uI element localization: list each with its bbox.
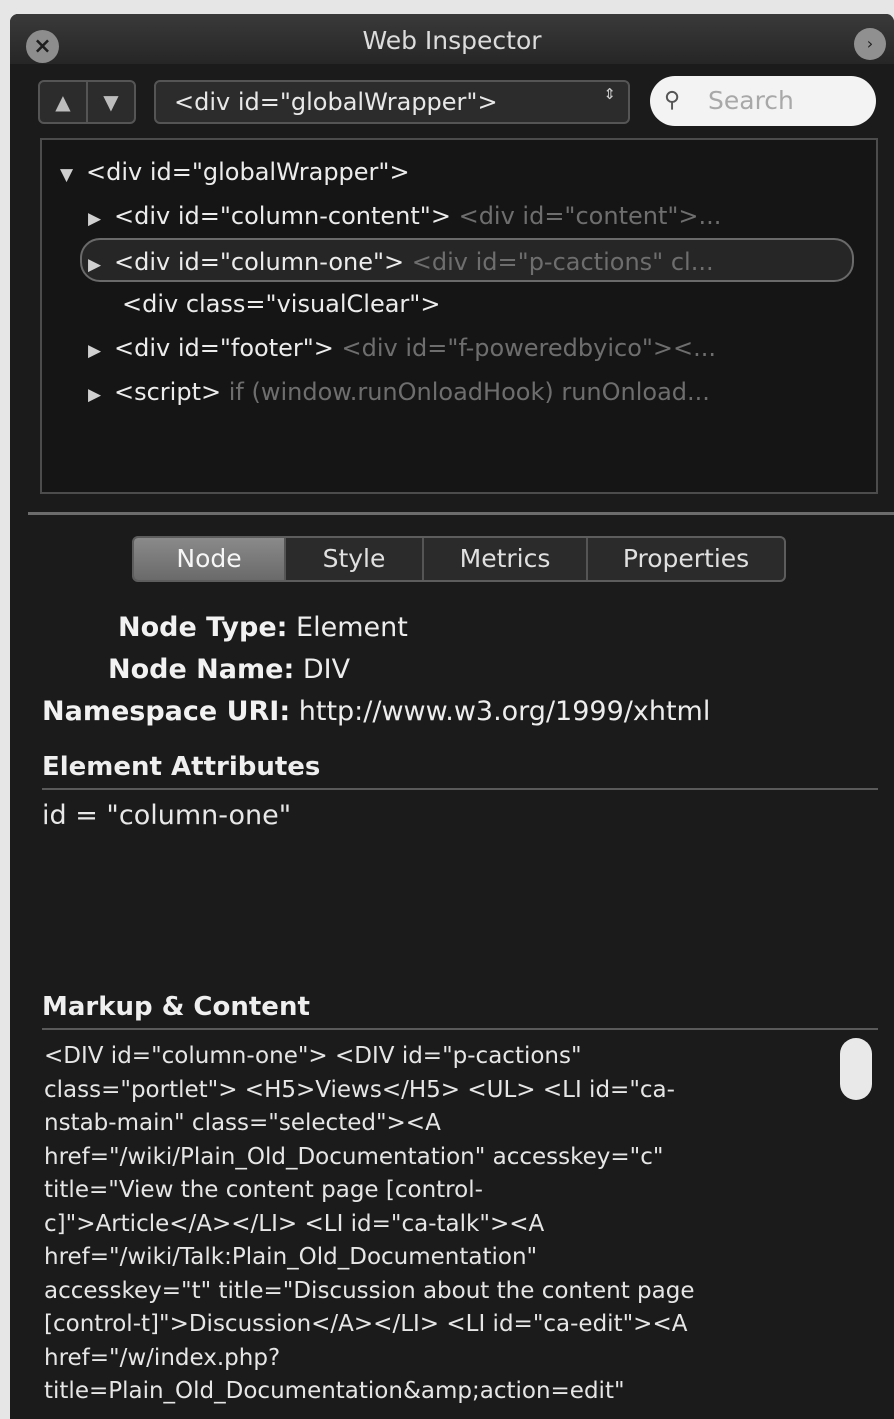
tree-node-tag: <div id="column-one"> [114, 248, 405, 276]
tree-node-preview: if (window.runOnloadHook) runOnload... [228, 378, 710, 406]
search-input[interactable]: ⚲ Search [650, 76, 876, 126]
pane-divider[interactable] [28, 512, 894, 515]
markup-line: title=Plain_Old_Documentation&amp;action… [44, 1378, 625, 1404]
history-nav: ▲ ▼ [38, 80, 136, 124]
tree-row[interactable]: ▶ <div id="column-content"> <div id="cont… [88, 194, 858, 238]
chevron-right-icon: › [866, 34, 874, 53]
down-arrow-icon: ▼ [103, 90, 119, 114]
markup-content[interactable]: <DIV id="column-one"> <DIV id="p-caction… [44, 1040, 834, 1419]
markup-line: [control-t]">Discussion</A></LI> <LI id=… [44, 1311, 688, 1337]
forward-button[interactable]: ▼ [86, 82, 134, 122]
tree-node-tag: <div id="globalWrapper"> [86, 158, 410, 186]
web-inspector-window: × Web Inspector › ▲ ▼ <div id="globalWra… [10, 14, 894, 1419]
markup-line: c]">Article</A></LI> <LI id="ca-talk"><A [44, 1210, 545, 1237]
tree-node-preview: <div id="p-cactions" cl... [411, 248, 714, 276]
tree-node-tag: <div id="column-content"> [114, 202, 451, 230]
node-name-value: DIV [302, 654, 351, 685]
element-attributes-heading: Element Attributes [42, 750, 878, 790]
markup-scrollbar-thumb[interactable] [840, 1038, 872, 1100]
search-placeholder: Search [708, 86, 794, 115]
tree-row-selected[interactable]: ▶ <div id="column-one"> <div id="p-cactio… [80, 238, 854, 282]
node-name-row: Node Name: DIV [108, 652, 350, 688]
back-button[interactable]: ▲ [40, 82, 86, 122]
node-path-value: <div id="globalWrapper"> [174, 88, 498, 116]
markup-content-heading: Markup & Content [42, 990, 878, 1030]
node-type-label: Node Type: [118, 612, 288, 643]
markup-line: href="/w/index.php? [44, 1344, 281, 1371]
tree-row[interactable]: ▶ <div id="footer"> <div id="f-poweredbyi… [88, 326, 858, 370]
markup-line: href="/wiki/Plain_Old_Documentation" acc… [44, 1143, 664, 1170]
tab-node[interactable]: Node [134, 538, 284, 580]
title-bar: × Web Inspector › [10, 14, 894, 64]
collapse-button[interactable]: › [854, 28, 886, 60]
node-type-row: Node Type: Element [118, 610, 408, 646]
disclosure-triangle-icon[interactable]: ▶ [88, 329, 114, 370]
tab-style[interactable]: Style [284, 538, 422, 580]
disclosure-triangle-icon[interactable]: ▶ [88, 197, 114, 238]
namespace-value: http://www.w3.org/1999/xhtml [298, 696, 711, 727]
disclosure-triangle-icon[interactable]: ▶ [88, 373, 114, 414]
tab-metrics[interactable]: Metrics [422, 538, 586, 580]
window-title: Web Inspector [362, 26, 542, 55]
tree-node-tag: <script> [114, 378, 222, 406]
markup-line: nstab-main" class="selected"><A [44, 1110, 441, 1136]
markup-line: class="portlet"> <H5>Views</H5> <UL> <LI… [44, 1076, 675, 1103]
search-icon: ⚲ [664, 88, 681, 113]
namespace-label: Namespace URI: [42, 696, 291, 727]
node-type-value: Element [296, 612, 408, 643]
tree-row[interactable]: ▶ <script> if (window.runOnloadHook) runO… [88, 370, 858, 414]
markup-line: <DIV id="column-one"> <DIV id="p-caction… [44, 1043, 582, 1069]
markup-line: accesskey="t" title="Discussion about th… [44, 1277, 695, 1304]
tree-node-tag: <div id="footer"> [114, 334, 334, 362]
node-path-select[interactable]: <div id="globalWrapper"> ⇕ [154, 80, 630, 124]
markup-line: href="/wiki/Talk:Plain_Old_Documentation… [44, 1244, 538, 1270]
disclosure-triangle-icon[interactable]: ▶ [88, 243, 114, 280]
node-name-label: Node Name: [108, 654, 295, 685]
tree-row[interactable]: <div class="visualClear"> [122, 282, 822, 326]
tab-properties[interactable]: Properties [586, 538, 784, 580]
markup-line: title="View the content page [control- [44, 1177, 483, 1203]
up-arrow-icon: ▲ [55, 90, 71, 114]
tree-node-preview: <div id="content">... [458, 202, 722, 230]
attribute-item: id = "column-one" [42, 800, 292, 831]
dom-tree[interactable]: ▼ <div id="globalWrapper"> ▶ <div id="colu… [40, 138, 878, 494]
select-arrows-icon: ⇕ [603, 85, 616, 103]
details-tabs: Node Style Metrics Properties [132, 536, 786, 582]
namespace-row: Namespace URI: http://www.w3.org/1999/xh… [42, 694, 710, 730]
tree-node-preview: <div id="f-poweredbyico"><... [341, 334, 717, 362]
tree-node-tag: <div class="visualClear"> [122, 290, 441, 318]
tree-row[interactable]: ▼ <div id="globalWrapper"> [60, 150, 860, 194]
disclosure-triangle-icon[interactable]: ▼ [60, 153, 86, 194]
